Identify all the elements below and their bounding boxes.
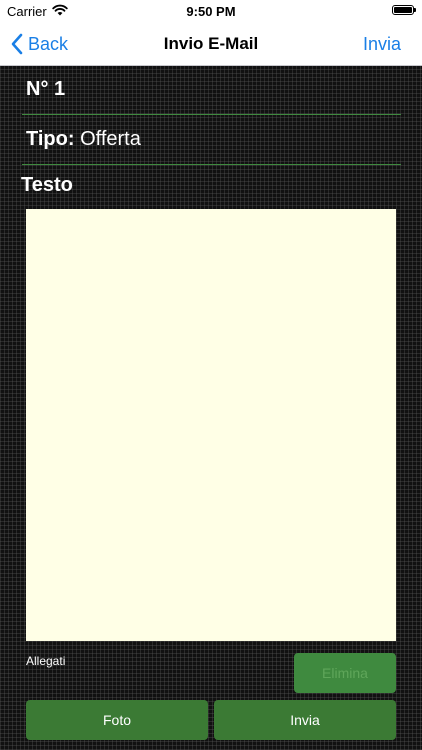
divider-middle (22, 164, 401, 165)
back-button-label: Back (28, 33, 69, 54)
tipo-key: Tipo: (26, 128, 75, 150)
back-button[interactable]: Back (10, 22, 68, 66)
send-nav-button[interactable]: Invia (363, 22, 401, 66)
photo-button[interactable]: Foto (26, 700, 208, 740)
divider-top (22, 114, 401, 115)
screen: Carrier 9:50 PM Back Invio E-Mail Invia … (0, 0, 422, 750)
delete-attachment-button[interactable]: Elimina (294, 653, 396, 693)
send-button[interactable]: Invia (214, 700, 396, 740)
record-number: N° 1 (26, 78, 66, 100)
navigation-bar: Back Invio E-Mail Invia (0, 22, 422, 66)
message-textarea[interactable] (26, 209, 396, 641)
email-form: N° 1 Tipo: Offerta Testo Allegati Elimin… (0, 66, 422, 750)
tipo-row: Tipo: Offerta (26, 128, 141, 151)
battery-icon (392, 5, 416, 15)
status-bar: Carrier 9:50 PM (0, 0, 422, 22)
clock-time: 9:50 PM (186, 4, 236, 19)
testo-label: Testo (21, 174, 73, 196)
chevron-left-icon (11, 33, 23, 55)
tipo-value: Offerta (80, 128, 141, 150)
attachments-label: Allegati (26, 654, 66, 668)
